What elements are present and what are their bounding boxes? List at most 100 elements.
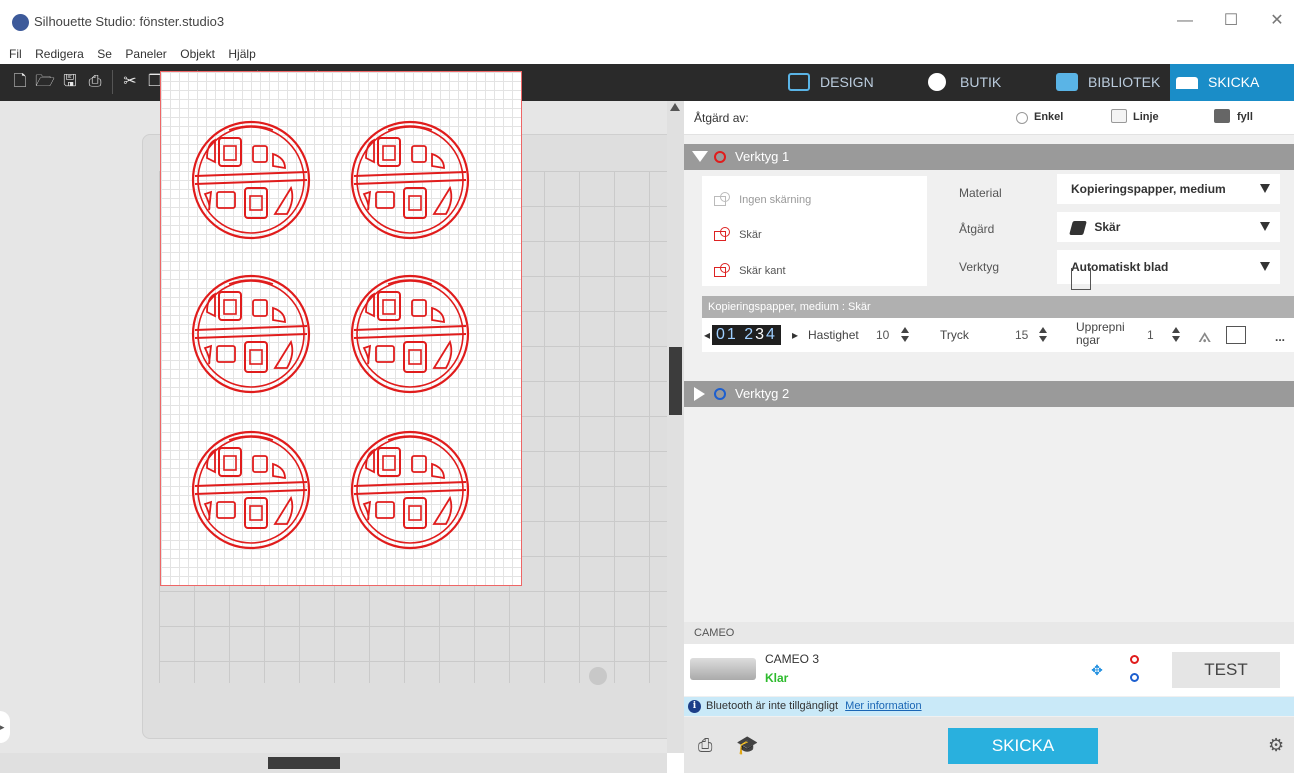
no-cut-option[interactable]: Ingen skärning	[710, 192, 811, 208]
tool1-name: Verktyg 1	[735, 149, 790, 164]
tool1-indicator-icon	[1130, 655, 1139, 664]
expand-left-panel-button[interactable]: ▸	[0, 711, 10, 743]
more-info-link[interactable]: Mer information	[845, 700, 921, 712]
tool2-indicator-icon	[1130, 673, 1139, 682]
cut-option[interactable]: Skär	[710, 227, 762, 243]
info-icon: i	[688, 700, 701, 713]
cutter-icon	[1176, 77, 1198, 89]
no-cut-label: Ingen skärning	[739, 193, 812, 206]
emblem-design[interactable]	[191, 430, 311, 550]
settings-summary: Kopieringspapper, medium : Skär	[702, 296, 1294, 318]
material-value: Kopieringspapper, medium	[1071, 182, 1226, 196]
option-enkel[interactable]: Enkel	[1034, 111, 1063, 123]
tab-design[interactable]: DESIGN	[782, 64, 912, 101]
cut-icon-shape	[710, 227, 734, 243]
expand-icon	[694, 387, 705, 401]
pressure-value[interactable]: 15	[1015, 328, 1028, 342]
action-by-bar: Åtgärd av: Enkel Linje fyll	[684, 101, 1294, 135]
horizontal-scroll-thumb[interactable]	[268, 757, 340, 769]
minimize-button[interactable]: —	[1170, 10, 1200, 32]
tool2-name: Verktyg 2	[735, 386, 790, 401]
new-icon[interactable]: 🗋	[10, 72, 30, 92]
device-queue-icon[interactable]: ⎙	[698, 735, 712, 756]
material-label: Material	[959, 186, 1002, 200]
menu-redigera[interactable]: Redigera	[35, 44, 84, 64]
emblem-design[interactable]	[191, 120, 311, 240]
menu-objekt[interactable]: Objekt	[180, 44, 215, 64]
device-row[interactable]: CAMEO 3 Klar ✥ TEST	[684, 644, 1294, 696]
emblem-design[interactable]	[350, 430, 470, 550]
blade-digits: 01 2	[716, 326, 756, 343]
pressure-stepper-icon[interactable]	[1039, 327, 1047, 343]
tutorial-cap-icon[interactable]: 🎓	[736, 735, 758, 756]
action-select[interactable]: Skär	[1057, 212, 1280, 242]
repeat-label: Upprepni ngar	[1076, 321, 1125, 347]
tool1-header[interactable]: Verktyg 1	[684, 144, 1294, 170]
title-bar: Silhouette Studio: fönster.studio3 — ☐ ✕	[0, 0, 1294, 44]
library-icon	[1056, 73, 1078, 91]
material-select[interactable]: Kopieringspapper, medium	[1057, 174, 1280, 204]
move-arrows-icon[interactable]: ✥	[1084, 658, 1110, 682]
blade-depth-display[interactable]: 01 234	[712, 325, 781, 345]
pressure-label: Tryck	[940, 328, 969, 342]
tab-butik[interactable]: BUTIK	[922, 64, 1038, 101]
tool2-color-icon	[714, 388, 726, 400]
open-icon[interactable]: 🗁	[35, 72, 55, 92]
vertical-scrollbar[interactable]	[667, 101, 684, 753]
send-button[interactable]: SKICKA	[948, 728, 1098, 764]
simple-radio[interactable]	[1016, 112, 1028, 124]
option-fyll[interactable]: fyll	[1237, 111, 1253, 123]
tool-select[interactable]: Automatiskt blad	[1057, 250, 1280, 290]
menu-bar: Fil Redigera Se Paneler Objekt Hjälp	[0, 44, 680, 64]
device-status: Klar	[765, 671, 789, 685]
line-segment-icon[interactable]: ⟑	[1198, 322, 1211, 348]
line-icon[interactable]	[1111, 109, 1127, 123]
menu-paneler[interactable]: Paneler	[125, 44, 166, 64]
fill-icon[interactable]	[1214, 109, 1230, 123]
square-icon[interactable]	[1226, 326, 1246, 344]
device-section-label: CAMEO	[684, 622, 1294, 644]
scroll-up-icon[interactable]	[670, 103, 680, 111]
cameo-device-icon	[690, 658, 756, 680]
option-linje[interactable]: Linje	[1133, 111, 1159, 123]
save-icon[interactable]: 🖫	[60, 72, 80, 92]
emblem-design[interactable]	[350, 120, 470, 240]
cut-edge-option[interactable]: Skär kant	[710, 263, 786, 279]
chevron-down-icon	[1260, 184, 1270, 193]
silhouette-logo-icon	[12, 14, 29, 31]
blade-increase-icon[interactable]: ▸	[792, 328, 798, 342]
gear-icon[interactable]: ⚙	[1268, 735, 1284, 756]
repeat-stepper-icon[interactable]	[1172, 327, 1180, 343]
emblem-design[interactable]	[350, 274, 470, 394]
speed-value[interactable]: 10	[876, 328, 889, 342]
menu-se[interactable]: Se	[97, 44, 112, 64]
mat-watermark-icon	[589, 667, 607, 685]
speed-label: Hastighet	[808, 328, 859, 342]
tool2-header[interactable]: Verktyg 2	[684, 381, 1294, 407]
cut-icon[interactable]: ✂	[120, 72, 140, 92]
vertical-scroll-thumb[interactable]	[669, 347, 682, 415]
close-button[interactable]: ✕	[1262, 10, 1292, 32]
speed-stepper-icon[interactable]	[901, 327, 909, 343]
tab-bibliotek[interactable]: BIBLIOTEK	[1050, 64, 1165, 101]
cut-settings-row: ◂ 01 234 ▸ Hastighet 10 Tryck 15 Upprepn…	[702, 318, 1294, 352]
window-title: Silhouette Studio: fönster.studio3	[34, 14, 225, 29]
horizontal-scrollbar[interactable]	[0, 753, 667, 773]
action-by-label: Åtgärd av:	[694, 111, 749, 125]
menu-hjalp[interactable]: Hjälp	[228, 44, 255, 64]
menu-fil[interactable]: Fil	[9, 44, 22, 64]
repeat-label-line1: Upprepni	[1076, 320, 1125, 334]
more-options-button[interactable]: ...	[1275, 330, 1285, 344]
tab-butik-label: BUTIK	[960, 74, 1002, 90]
test-button[interactable]: TEST	[1172, 652, 1280, 688]
blade-digit-selected: 3	[755, 326, 767, 343]
blade-decrease-icon[interactable]: ◂	[704, 328, 710, 342]
action-label: Åtgärd	[959, 222, 995, 236]
device-name: CAMEO 3	[765, 652, 820, 666]
emblem-design[interactable]	[191, 274, 311, 394]
print-icon[interactable]: ⎙	[85, 72, 105, 92]
maximize-button[interactable]: ☐	[1216, 10, 1246, 32]
tab-skicka-label: SKICKA	[1208, 74, 1260, 90]
repeat-value[interactable]: 1	[1147, 328, 1154, 342]
tab-skicka[interactable]: SKICKA	[1170, 64, 1294, 101]
